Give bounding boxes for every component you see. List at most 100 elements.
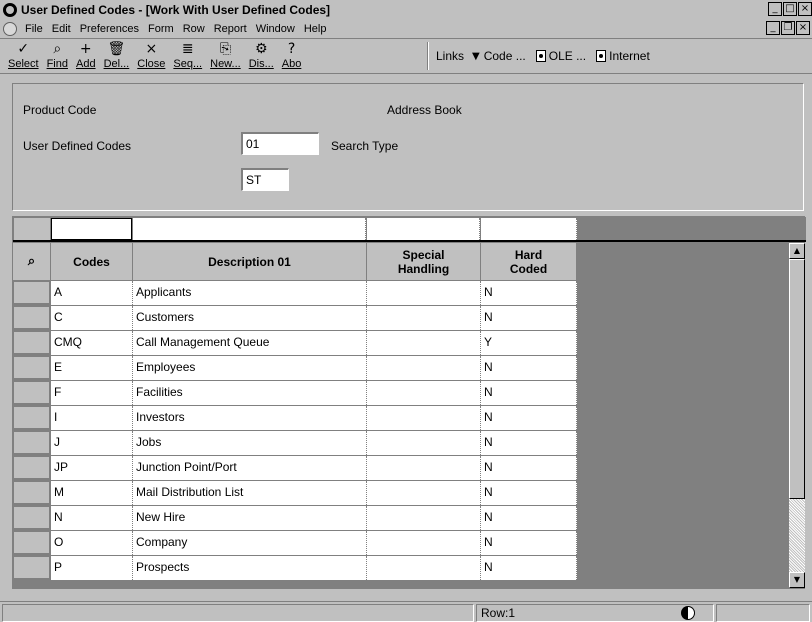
row-selector[interactable] xyxy=(14,432,50,454)
cell-description[interactable]: Investors xyxy=(133,406,367,430)
cell-code[interactable]: F xyxy=(51,381,133,405)
qbe-description-input[interactable] xyxy=(133,218,366,240)
row-selector[interactable] xyxy=(14,457,50,479)
cell-hard-coded[interactable]: N xyxy=(481,531,577,555)
document-system-icon[interactable] xyxy=(3,21,17,36)
cell-code[interactable]: N xyxy=(51,506,133,530)
cell-special-handling[interactable] xyxy=(367,331,481,355)
menu-row[interactable]: Row xyxy=(183,23,205,35)
row-selector[interactable] xyxy=(14,507,50,529)
doc-close-button[interactable]: × xyxy=(796,21,810,35)
table-row[interactable]: E Employees N xyxy=(13,356,579,380)
cell-description[interactable]: Junction Point/Port xyxy=(133,456,367,480)
find-button[interactable]: ⌕ Find xyxy=(47,41,68,71)
table-row[interactable]: J Jobs N xyxy=(13,431,579,455)
menu-preferences[interactable]: Preferences xyxy=(80,23,139,35)
ole-link[interactable]: OLE ... xyxy=(549,49,586,63)
scroll-down-icon[interactable]: ▼ xyxy=(789,572,805,588)
cell-special-handling[interactable] xyxy=(367,281,481,305)
scroll-thumb[interactable] xyxy=(789,259,805,499)
menu-window[interactable]: Window xyxy=(256,23,295,35)
display-button[interactable]: ⚙ Dis... xyxy=(249,41,274,71)
cell-code[interactable]: E xyxy=(51,356,133,380)
close-button[interactable]: × Close xyxy=(137,41,165,71)
cell-hard-coded[interactable]: N xyxy=(481,556,577,580)
cell-code[interactable]: O xyxy=(51,531,133,555)
row-selector[interactable] xyxy=(14,307,50,329)
cell-description[interactable]: Employees xyxy=(133,356,367,380)
cell-special-handling[interactable] xyxy=(367,481,481,505)
cell-hard-coded[interactable]: N xyxy=(481,431,577,455)
cell-description[interactable]: Jobs xyxy=(133,431,367,455)
row-select-header[interactable]: ⌕ xyxy=(13,243,51,281)
select-button[interactable]: ✓ Select xyxy=(8,41,39,71)
close-window-button[interactable]: × xyxy=(798,2,812,16)
scroll-up-icon[interactable]: ▲ xyxy=(789,243,805,259)
table-row[interactable]: I Investors N xyxy=(13,406,579,430)
minimize-button[interactable]: _ xyxy=(768,2,782,16)
cell-special-handling[interactable] xyxy=(367,356,481,380)
doc-minimize-button[interactable]: _ xyxy=(766,21,780,35)
row-selector[interactable] xyxy=(14,407,50,429)
cell-code[interactable]: M xyxy=(51,481,133,505)
cell-code[interactable]: C xyxy=(51,306,133,330)
column-header-description[interactable]: Description 01 xyxy=(133,243,367,281)
cell-description[interactable]: New Hire xyxy=(133,506,367,530)
cell-special-handling[interactable] xyxy=(367,506,481,530)
menu-file[interactable]: File xyxy=(25,23,43,35)
cell-hard-coded[interactable]: Y xyxy=(481,331,577,355)
cell-hard-coded[interactable]: N xyxy=(481,456,577,480)
cell-description[interactable]: Prospects xyxy=(133,556,367,580)
row-selector[interactable] xyxy=(14,357,50,379)
cell-code[interactable]: I xyxy=(51,406,133,430)
cell-hard-coded[interactable]: N xyxy=(481,356,577,380)
table-row[interactable]: CMQ Call Management Queue Y xyxy=(13,331,579,355)
cell-special-handling[interactable] xyxy=(367,381,481,405)
table-row[interactable]: M Mail Distribution List N xyxy=(13,481,579,505)
add-button[interactable]: + Add xyxy=(76,41,96,71)
chevron-down-icon[interactable]: ▼ xyxy=(472,51,480,62)
cell-hard-coded[interactable]: N xyxy=(481,306,577,330)
cell-code[interactable]: JP xyxy=(51,456,133,480)
cell-code[interactable]: CMQ xyxy=(51,331,133,355)
cell-description[interactable]: Call Management Queue xyxy=(133,331,367,355)
cell-special-handling[interactable] xyxy=(367,556,481,580)
menu-help[interactable]: Help xyxy=(304,23,327,35)
sequence-button[interactable]: ≣ Seq... xyxy=(173,41,202,71)
vertical-scrollbar[interactable]: ▲ ▼ xyxy=(789,243,805,588)
title-bar[interactable]: User Defined Codes - [Work With User Def… xyxy=(0,0,812,19)
cell-special-handling[interactable] xyxy=(367,456,481,480)
row-selector[interactable] xyxy=(14,332,50,354)
cell-hard-coded[interactable]: N xyxy=(481,481,577,505)
table-row[interactable]: O Company N xyxy=(13,531,579,555)
qbe-special-handling-input[interactable] xyxy=(367,218,480,240)
row-selector[interactable] xyxy=(14,482,50,504)
maximize-button[interactable]: □ xyxy=(783,2,797,16)
product-code-input[interactable] xyxy=(241,132,319,155)
code-link[interactable]: Code ... xyxy=(484,49,526,63)
about-button[interactable]: ? Abo xyxy=(282,41,302,71)
internet-link[interactable]: Internet xyxy=(609,49,650,63)
cell-description[interactable]: Applicants xyxy=(133,281,367,305)
doc-restore-button[interactable]: ❐ xyxy=(781,21,795,35)
cell-hard-coded[interactable]: N xyxy=(481,506,577,530)
row-selector[interactable] xyxy=(14,382,50,404)
table-row[interactable]: F Facilities N xyxy=(13,381,579,405)
cell-description[interactable]: Mail Distribution List xyxy=(133,481,367,505)
menu-edit[interactable]: Edit xyxy=(52,23,71,35)
app-icon[interactable] xyxy=(3,2,17,17)
cell-special-handling[interactable] xyxy=(367,306,481,330)
table-row[interactable]: P Prospects N xyxy=(13,556,579,580)
cell-code[interactable]: P xyxy=(51,556,133,580)
cell-hard-coded[interactable]: N xyxy=(481,381,577,405)
cell-description[interactable]: Customers xyxy=(133,306,367,330)
table-row[interactable]: C Customers N xyxy=(13,306,579,330)
column-header-hard-coded[interactable]: Hard Coded xyxy=(481,243,577,281)
cell-description[interactable]: Company xyxy=(133,531,367,555)
udc-input[interactable] xyxy=(241,168,289,191)
cell-hard-coded[interactable]: N xyxy=(481,406,577,430)
row-selector[interactable] xyxy=(14,282,50,304)
qbe-hard-coded-input[interactable] xyxy=(481,218,577,240)
cell-special-handling[interactable] xyxy=(367,406,481,430)
cell-hard-coded[interactable]: N xyxy=(481,281,577,305)
